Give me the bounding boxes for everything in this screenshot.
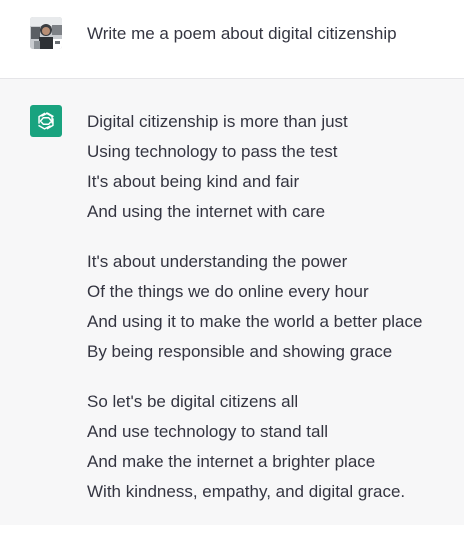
page-margin-bottom (0, 525, 474, 533)
poem-line: So let's be digital citizens all (87, 392, 299, 411)
poem-line: It's about being kind and fair (87, 172, 300, 191)
poem-line: And use technology to stand tall (87, 422, 328, 441)
poem-line: And using it to make the world a better … (87, 312, 423, 331)
poem-stanza: Digital citizenship is more than just Us… (87, 107, 457, 227)
user-message-row: Write me a poem about digital citizenshi… (0, 0, 464, 79)
poem-line: Digital citizenship is more than just (87, 112, 348, 131)
poem-stanza: It's about understanding the power Of th… (87, 247, 457, 367)
poem-line: With kindness, empathy, and digital grac… (87, 482, 406, 501)
assistant-poem: Digital citizenship is more than just Us… (87, 107, 457, 527)
user-avatar (30, 17, 62, 49)
page-margin-right (464, 0, 474, 533)
poem-line: It's about understanding the power (87, 252, 348, 271)
poem-line: Of the things we do online every hour (87, 282, 369, 301)
assistant-message-row: Digital citizenship is more than just Us… (0, 79, 464, 525)
poem-line: Using technology to pass the test (87, 142, 338, 161)
user-photo-icon (30, 17, 62, 49)
poem-stanza: So let's be digital citizens all And use… (87, 387, 457, 507)
poem-line: And using the internet with care (87, 202, 326, 221)
assistant-avatar (30, 105, 62, 137)
openai-logo-icon (38, 112, 54, 130)
user-message-text: Write me a poem about digital citizenshi… (87, 24, 397, 43)
poem-line: And make the internet a brighter place (87, 452, 376, 471)
poem-line: By being responsible and showing grace (87, 342, 393, 361)
